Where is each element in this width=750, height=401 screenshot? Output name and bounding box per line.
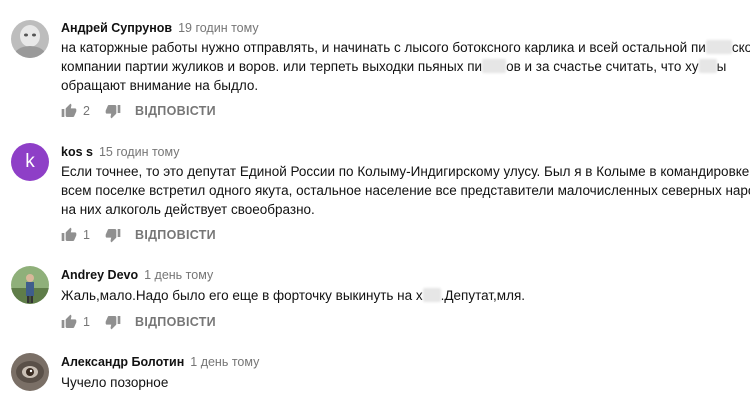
comment-line: всем поселке встретил одного якута, оста…	[61, 183, 750, 198]
author-name[interactable]: Андрей Супрунов	[61, 21, 172, 35]
avatar-image	[11, 266, 49, 304]
avatar[interactable]	[11, 266, 49, 304]
avatar[interactable]	[11, 353, 49, 391]
comment-time[interactable]: 1 день тому	[190, 355, 259, 369]
censored-word	[482, 59, 507, 73]
author-name[interactable]: kos s	[61, 145, 93, 159]
comment-text: на каторжные работы нужно отправлять, и …	[61, 38, 750, 95]
comment-line: обращают внимание на быдло.	[61, 78, 259, 93]
comment-text: Чучело позорное	[61, 373, 747, 392]
avatar[interactable]: k	[11, 143, 49, 181]
like-count: 2	[83, 104, 90, 118]
avatar-image	[11, 353, 49, 391]
thumb-up-icon[interactable]	[61, 314, 77, 330]
comment-line: Жаль,мало.Надо было его еще в форточку в…	[61, 288, 526, 303]
comment-line: Если точнее, то это депутат Единой Росси…	[61, 164, 750, 179]
comment-header: Александр Болотин 1 день тому	[61, 354, 259, 370]
reply-button[interactable]: ВІДПОВІСТИ	[135, 228, 216, 242]
comment-time[interactable]: 15 годин тому	[99, 145, 180, 159]
comment-line: Чучело позорное	[61, 375, 169, 390]
comment-actions: 1 ВІДПОВІСТИ	[61, 225, 216, 245]
author-name[interactable]: Александр Болотин	[61, 355, 184, 369]
thumb-up-icon[interactable]	[61, 227, 77, 243]
comment-time[interactable]: 19 годин тому	[178, 21, 259, 35]
comment-text: Если точнее, то это депутат Единой Росси…	[61, 162, 750, 219]
censored-word	[422, 288, 441, 302]
comment-time[interactable]: 1 день тому	[144, 268, 213, 282]
comment-header: kos s 15 годин тому	[61, 144, 179, 160]
comment-actions: 1 ВІДПОВІСТИ	[61, 312, 216, 332]
like-count: 1	[83, 315, 90, 329]
like-count: 1	[83, 228, 90, 242]
thumb-up-icon[interactable]	[61, 103, 77, 119]
comment-actions: 2 ВІДПОВІСТИ	[61, 101, 216, 121]
comment-line: компании партии жуликов и воров. или тер…	[61, 59, 727, 74]
avatar-image	[11, 20, 49, 58]
thumb-down-icon[interactable]	[105, 314, 121, 330]
author-name[interactable]: Andrey Devo	[61, 268, 138, 282]
comment-line: на них алкоголь действует своеобразно.	[61, 202, 315, 217]
thumb-down-icon[interactable]	[105, 103, 121, 119]
censored-word	[698, 59, 717, 73]
thumb-down-icon[interactable]	[105, 227, 121, 243]
comment-line: на каторжные работы нужно отправлять, и …	[61, 40, 750, 55]
comment-header: Андрей Супрунов 19 годин тому	[61, 20, 259, 36]
avatar-letter: k	[25, 151, 35, 172]
censored-word	[705, 40, 732, 54]
comment-header: Andrey Devo 1 день тому	[61, 267, 213, 283]
avatar[interactable]	[11, 20, 49, 58]
reply-button[interactable]: ВІДПОВІСТИ	[135, 104, 216, 118]
comment-text: Жаль,мало.Надо было его еще в форточку в…	[61, 286, 747, 305]
reply-button[interactable]: ВІДПОВІСТИ	[135, 315, 216, 329]
